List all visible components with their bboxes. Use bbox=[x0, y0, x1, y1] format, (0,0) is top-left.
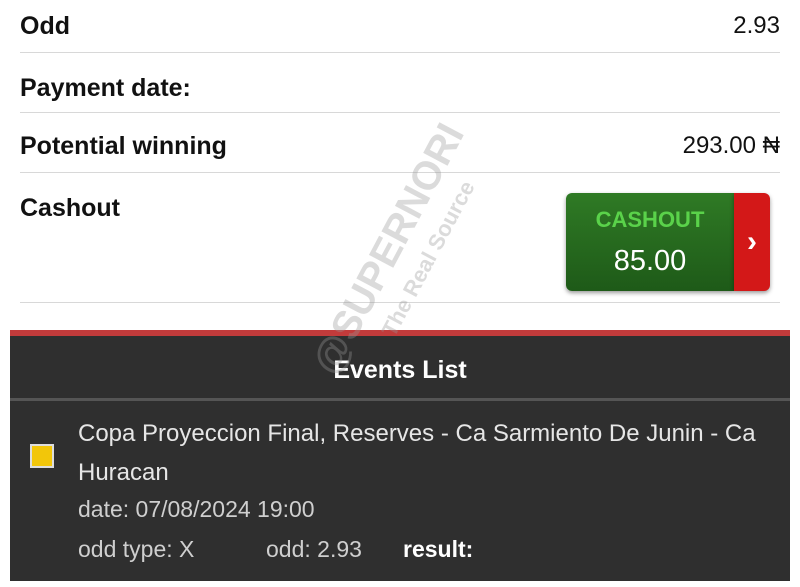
event-status-icon bbox=[30, 444, 54, 468]
potential-winning-label: Potential winning bbox=[20, 132, 227, 160]
event-date: date: 07/08/2024 19:00 bbox=[78, 496, 315, 522]
payment-date-row: Payment date: bbox=[20, 52, 780, 113]
events-list-title: Events List bbox=[333, 356, 467, 384]
event-odd-type: odd type: X bbox=[78, 536, 195, 562]
odd-row: Odd 2.93 bbox=[20, 0, 780, 53]
event-name: Copa Proyeccion Final, Reserves - Ca Sar… bbox=[78, 420, 756, 486]
event-odd: odd: 2.93 bbox=[266, 536, 362, 562]
odd-label: Odd bbox=[20, 12, 70, 40]
odd-value: 2.93 bbox=[733, 12, 780, 39]
event-result-label: result: bbox=[403, 536, 474, 562]
chevron-right-icon[interactable]: › bbox=[734, 193, 770, 291]
divider bbox=[10, 398, 790, 401]
events-list-panel: Events List Copa Proyeccion Final, Reser… bbox=[10, 330, 790, 581]
cashout-amount: 85.00 bbox=[613, 245, 687, 277]
potential-winning-row: Potential winning 293.00 ₦ bbox=[20, 112, 780, 173]
cashout-button[interactable]: CASHOUT 85.00 bbox=[566, 193, 734, 291]
cashout-button-label: CASHOUT bbox=[595, 207, 705, 232]
payment-date-label: Payment date: bbox=[20, 74, 191, 102]
cashout-label: Cashout bbox=[20, 194, 120, 222]
potential-winning-value: 293.00 ₦ bbox=[682, 132, 780, 159]
